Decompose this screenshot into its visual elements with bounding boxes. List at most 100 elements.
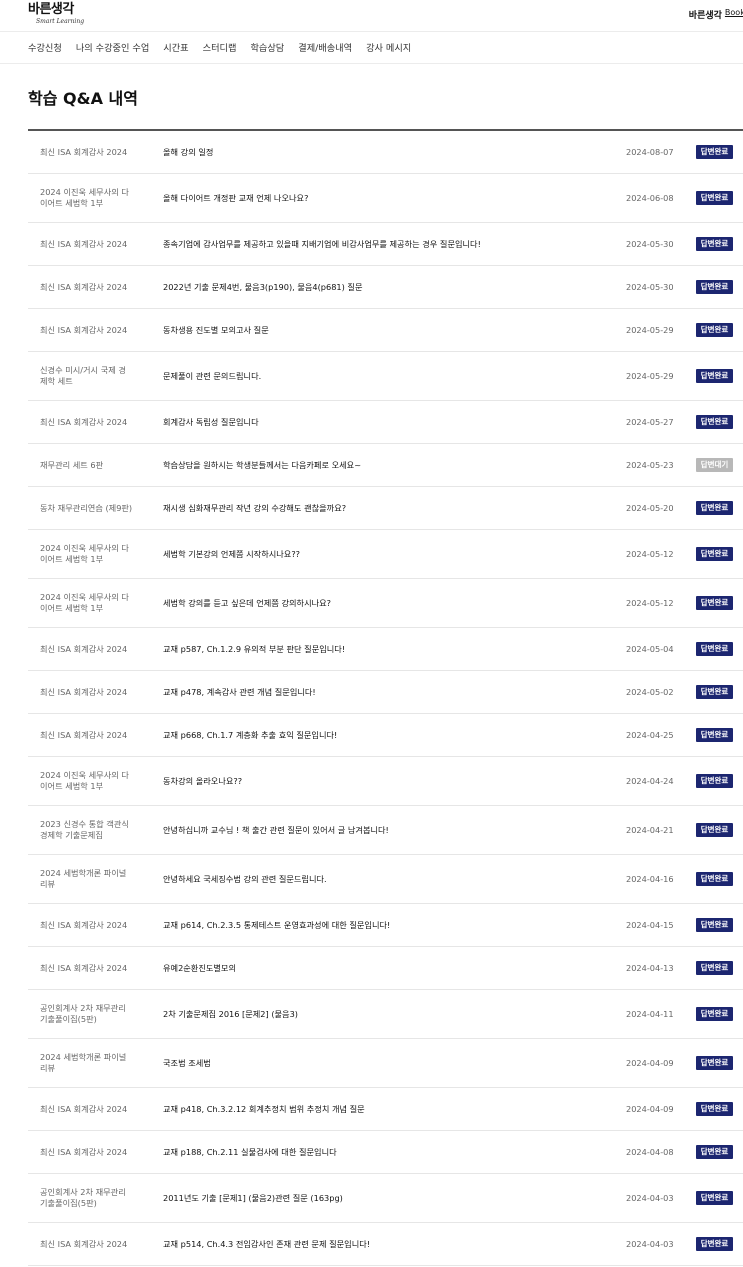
question-subject-link[interactable]: 안녕하세요 국세징수법 강의 관련 질문드립니다. [163, 873, 327, 885]
question-subject-link[interactable]: 회계감사 독립성 질문입니다 [163, 416, 259, 428]
question-date: 2024-05-29 [626, 371, 674, 381]
course-name: 최신 ISA 회계감사 2024 [40, 146, 128, 157]
qna-row[interactable]: 2024 세법학개론 파이널리뷰 국조법 조세법 2024-04-09 답변완료 [28, 1039, 743, 1088]
question-date: 2024-05-02 [626, 687, 674, 697]
question-date: 2024-04-09 [626, 1058, 674, 1068]
question-subject-link[interactable]: 문제풀이 관련 문의드립니다. [163, 370, 261, 382]
question-subject-link[interactable]: 동차강의 올라오나요?? [163, 775, 242, 787]
question-subject-link[interactable]: 종속기업에 감사업무를 제공하고 있을때 지배기업에 비감사업무를 제공하는 경… [163, 238, 481, 250]
question-subject-link[interactable]: 교재 p514, Ch.4.3 전임감사인 존재 관련 문제 질문입니다! [163, 1238, 370, 1250]
question-date: 2024-08-07 [626, 147, 674, 157]
nav-my-courses[interactable]: 나의 수강중인 수업 [76, 40, 149, 56]
course-name: 재무관리 세트 6판 [40, 459, 104, 470]
nav-study-lab[interactable]: 스터디랩 [203, 40, 237, 56]
qna-row[interactable]: 2024 세법학개론 파이널리뷰 안녕하세요 국세징수법 강의 관련 질문드립니다… [28, 855, 743, 904]
nav-timetable[interactable]: 시간표 [163, 40, 188, 56]
logo[interactable]: 바른생각 Smart Learning [28, 2, 84, 25]
qna-list: 최신 ISA 회계감사 2024 올해 강의 일정 2024-08-07 답변완료 20… [28, 129, 743, 1266]
question-subject-link[interactable]: 교재 p587, Ch.1.2.9 유의적 부분 판단 질문입니다! [163, 643, 345, 655]
question-subject-link[interactable]: 세법학 기본강의 언제쯤 시작하시나요?? [163, 548, 300, 560]
question-date: 2024-05-30 [626, 282, 674, 292]
question-subject-link[interactable]: 교재 p188, Ch.2.11 실물검사에 대한 질문입니다 [163, 1146, 337, 1158]
status-badge: 답변완료 [696, 1145, 733, 1159]
qna-row[interactable]: 최신 ISA 회계감사 2024 유예2순환진도별모의 2024-04-13 답변완료 [28, 947, 743, 990]
course-name: 2024 이진욱 세무사의 다이어트 세법학 1부 [40, 770, 129, 791]
question-date: 2024-04-03 [626, 1193, 674, 1203]
qna-row[interactable]: 신경수 미시/거시 국제 경제학 세트 문제풀이 관련 문의드립니다. 2024-0… [28, 352, 743, 401]
question-subject-link[interactable]: 2차 기출문제집 2016 [문제2] (물음3) [163, 1008, 298, 1020]
qna-row[interactable]: 최신 ISA 회계감사 2024 종속기업에 감사업무를 제공하고 있을때 지배기… [28, 223, 743, 266]
brand-link[interactable]: 바른생각 [689, 11, 722, 21]
qna-row[interactable]: 최신 ISA 회계감사 2024 교재 p614, Ch.2.3.5 통제테스트 … [28, 904, 743, 947]
qna-row[interactable]: 최신 ISA 회계감사 2024 2022년 기출 문제4번, 물음3(p190)… [28, 266, 743, 309]
question-subject-link[interactable]: 교재 p614, Ch.2.3.5 통제테스트 운영효과성에 대한 질문입니다! [163, 919, 390, 931]
course-name: 2024 이진욱 세무사의 다이어트 세법학 1부 [40, 187, 129, 208]
course-name: 최신 ISA 회계감사 2024 [40, 324, 128, 335]
main-nav: 수강신청 나의 수강중인 수업 시간표 스터디랩 학습상담 결제/배송내역 강사… [28, 40, 411, 56]
question-subject-link[interactable]: 교재 p668, Ch.1.7 계층화 추출 효익 질문입니다! [163, 729, 337, 741]
question-subject-link[interactable]: 올해 강의 일정 [163, 146, 213, 158]
qna-row[interactable]: 2023 신경수 통합 객관식 경제학 기출문제집 안녕하십니까 교수님 ! 책 … [28, 806, 743, 855]
status-badge: 답변완료 [696, 685, 733, 699]
course-name: 공인회계사 2차 재무관리 기출풀이집(5판) [40, 1003, 126, 1024]
course-name: 최신 ISA 회계감사 2024 [40, 1103, 128, 1114]
course-name: 2024 이진욱 세무사의 다이어트 세법학 1부 [40, 543, 129, 564]
qna-row[interactable]: 최신 ISA 회계감사 2024 교재 p514, Ch.4.3 전임감사인 존재… [28, 1223, 743, 1266]
course-name: 공인회계사 2차 재무관리 기출풀이집(5판) [40, 1187, 126, 1208]
nav-payment-delivery[interactable]: 결제/배송내역 [298, 40, 352, 56]
course-name: 최신 ISA 회계감사 2024 [40, 1238, 128, 1249]
qna-row[interactable]: 동차 재무관리연습 (제9판) 재시생 심화재무관리 작년 강의 수강해도 괜찮을… [28, 487, 743, 530]
course-name: 최신 ISA 회계감사 2024 [40, 962, 128, 973]
qna-row[interactable]: 2024 이진욱 세무사의 다이어트 세법학 1부 올해 다이어트 개정판 교재 … [28, 174, 743, 223]
qna-row[interactable]: 최신 ISA 회계감사 2024 교재 p418, Ch.3.2.12 회계추정치… [28, 1088, 743, 1131]
logo-sub-text: Smart Learning [36, 18, 85, 25]
question-date: 2024-05-29 [626, 325, 674, 335]
qna-row[interactable]: 최신 ISA 회계감사 2024 교재 p668, Ch.1.7 계층화 추출 효… [28, 714, 743, 757]
course-name: 2024 세법학개론 파이널리뷰 [40, 1052, 127, 1073]
question-date: 2024-05-12 [626, 598, 674, 608]
qna-row[interactable]: 최신 ISA 회계감사 2024 교재 p587, Ch.1.2.9 유의적 부분… [28, 628, 743, 671]
books-link[interactable]: Books [725, 8, 743, 17]
course-name: 최신 ISA 회계감사 2024 [40, 686, 128, 697]
question-subject-link[interactable]: 재시생 심화재무관리 작년 강의 수강해도 괜찮을까요? [163, 502, 346, 514]
course-name: 동차 재무관리연습 (제9판) [40, 502, 133, 513]
question-subject-link[interactable]: 유예2순환진도별모의 [163, 962, 236, 974]
question-subject-link[interactable]: 교재 p418, Ch.3.2.12 회계추정치 범위 추정치 개념 질문 [163, 1103, 365, 1115]
qna-row[interactable]: 2024 이진욱 세무사의 다이어트 세법학 1부 동차강의 올라오나요?? 202… [28, 757, 743, 806]
course-name: 최신 ISA 회계감사 2024 [40, 643, 128, 654]
question-subject-link[interactable]: 올해 다이어트 개정판 교재 언제 나오나요? [163, 192, 308, 204]
question-subject-link[interactable]: 국조법 조세법 [163, 1057, 211, 1069]
qna-row[interactable]: 최신 ISA 회계감사 2024 교재 p188, Ch.2.11 실물검사에 대… [28, 1131, 743, 1174]
status-badge: 답변완료 [696, 823, 733, 837]
qna-row[interactable]: 최신 ISA 회계감사 2024 교재 p478, 계속감사 관련 개념 질문입니… [28, 671, 743, 714]
question-date: 2024-04-15 [626, 920, 674, 930]
status-badge: 답변대기 [696, 458, 733, 472]
qna-row[interactable]: 공인회계사 2차 재무관리 기출풀이집(5판) 2011년도 기출 [문제1] (… [28, 1174, 743, 1223]
question-subject-link[interactable]: 학습상담을 원하시는 학생분들께서는 다음카페로 오세요~ [163, 459, 361, 471]
question-subject-link[interactable]: 세법학 강의를 듣고 싶은데 언제쯤 강의하시나요? [163, 597, 331, 609]
nav-divider [0, 63, 743, 64]
qna-row[interactable]: 재무관리 세트 6판 학습상담을 원하시는 학생분들께서는 다음카페로 오세요~ 2… [28, 444, 743, 487]
question-subject-link[interactable]: 교재 p478, 계속감사 관련 개념 질문입니다! [163, 686, 316, 698]
question-subject-link[interactable]: 안녕하십니까 교수님 ! 책 출간 관련 질문이 있어서 글 남겨봅니다! [163, 824, 389, 836]
question-subject-link[interactable]: 2022년 기출 문제4번, 물음3(p190), 물음4(p681) 질문 [163, 281, 363, 293]
qna-row[interactable]: 최신 ISA 회계감사 2024 회계감사 독립성 질문입니다 2024-05-27… [28, 401, 743, 444]
qna-row[interactable]: 최신 ISA 회계감사 2024 동차생용 진도별 모의고사 질문 2024-05-… [28, 309, 743, 352]
question-date: 2024-05-23 [626, 460, 674, 470]
status-badge: 답변완료 [696, 1056, 733, 1070]
question-subject-link[interactable]: 동차생용 진도별 모의고사 질문 [163, 324, 269, 336]
status-badge: 답변완료 [696, 961, 733, 975]
question-date: 2024-05-04 [626, 644, 674, 654]
qna-row[interactable]: 2024 이진욱 세무사의 다이어트 세법학 1부 세법학 기본강의 언제쯤 시작… [28, 530, 743, 579]
nav-course-registration[interactable]: 수강신청 [28, 40, 62, 56]
qna-row[interactable]: 최신 ISA 회계감사 2024 올해 강의 일정 2024-08-07 답변완료 [28, 131, 743, 174]
qna-row[interactable]: 2024 이진욱 세무사의 다이어트 세법학 1부 세법학 강의를 듣고 싶은데 … [28, 579, 743, 628]
status-badge: 답변완료 [696, 1191, 733, 1205]
nav-instructor-message[interactable]: 강사 메시지 [366, 40, 411, 56]
top-header: 바른생각 Smart Learning 바른생각Books [0, 0, 743, 32]
logo-main-text: 바른생각 [28, 2, 74, 17]
question-subject-link[interactable]: 2011년도 기출 [문제1] (물음2)관련 질문 (163pg) [163, 1192, 343, 1204]
nav-consultation[interactable]: 학습상담 [250, 40, 284, 56]
qna-row[interactable]: 공인회계사 2차 재무관리 기출풀이집(5판) 2차 기출문제집 2016 [문제… [28, 990, 743, 1039]
question-date: 2024-04-16 [626, 874, 674, 884]
